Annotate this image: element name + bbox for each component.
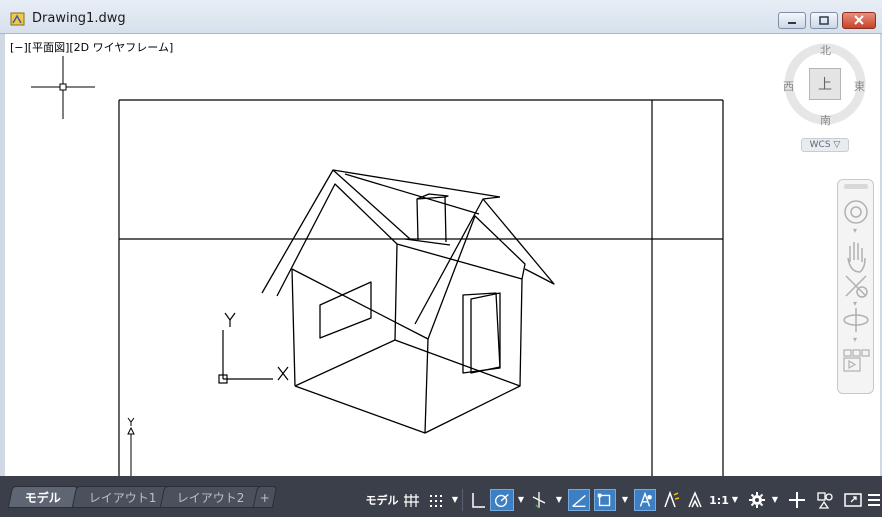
chevron-down-icon[interactable]: ▼ [450, 489, 460, 511]
status-bar: モデル レイアウト1 レイアウト2 + モデル ▼ ▼ ▼ ▼ 1:1 ▼ ▼ [0, 476, 882, 517]
separator [462, 489, 466, 511]
chevron-down-icon[interactable]: ▼ [770, 489, 780, 511]
house-wireframe [261, 169, 555, 434]
isolate-objects-icon[interactable] [814, 489, 836, 511]
auto-scale-icon[interactable] [660, 489, 682, 511]
drawing-canvas [31, 56, 724, 476]
grid-icon[interactable] [402, 489, 422, 511]
add-layout-button[interactable]: + [252, 486, 278, 508]
object-snap-tracking-icon[interactable] [568, 489, 590, 511]
fullscreen-icon[interactable] [842, 489, 864, 511]
paper-frame [118, 99, 724, 476]
compass-west[interactable]: 西 [783, 78, 794, 94]
viewcube-top-face[interactable]: 上 [809, 68, 841, 100]
annotation-scale-value[interactable]: 1:1 [708, 489, 730, 511]
polar-tracking-icon[interactable] [490, 489, 514, 511]
ucs-icon [218, 312, 289, 384]
wcs-menu-button[interactable]: WCS ▽ [801, 138, 849, 152]
chevron-down-icon[interactable]: ▼ [516, 489, 526, 511]
gear-icon[interactable] [746, 489, 768, 511]
hamburger-menu-icon[interactable] [866, 489, 882, 511]
restore-icon [819, 16, 829, 25]
chevron-down-icon[interactable]: ▼ [554, 489, 564, 511]
isodraft-icon[interactable] [528, 489, 550, 511]
snap-icon[interactable] [426, 489, 446, 511]
minimize-icon [788, 22, 796, 24]
drawing-viewport[interactable]: [−][平面図][2D ワイヤフレーム] 北 南 東 西 上 WCS ▽ ▾ ▾… [5, 34, 880, 476]
plus-icon[interactable] [786, 489, 808, 511]
tab-layout1[interactable]: レイアウト1 [71, 486, 174, 508]
restore-button[interactable] [810, 12, 838, 29]
crosshair-cursor [31, 56, 95, 119]
chevron-down-icon[interactable]: ▼ [620, 489, 630, 511]
drawing-file-icon [10, 12, 25, 26]
annotation-visibility-icon[interactable] [634, 489, 656, 511]
steering-wheel-icon[interactable] [844, 200, 868, 224]
title-bar: Drawing1.dwg [0, 0, 882, 34]
model-space-button[interactable]: モデル [364, 489, 400, 511]
chevron-down-icon[interactable]: ▼ [730, 489, 740, 511]
wcs-label: WCS [809, 140, 831, 150]
tab-layout2[interactable]: レイアウト2 [159, 486, 262, 508]
viewcube[interactable]: 北 南 東 西 上 WCS ▽ [777, 40, 877, 155]
zoom-extents-icon[interactable] [845, 275, 868, 298]
tab-model[interactable]: モデル [7, 486, 79, 508]
window-title: Drawing1.dwg [32, 11, 126, 26]
orbit-icon[interactable] [843, 308, 869, 332]
compass-north[interactable]: 北 [820, 42, 831, 58]
object-snap-icon[interactable] [594, 489, 616, 511]
chevron-down-icon: ▽ [833, 140, 841, 150]
annotation-scale-icon[interactable] [684, 489, 706, 511]
svg-text:▾: ▾ [853, 335, 857, 344]
showmotion-icon[interactable] [843, 349, 870, 372]
close-icon [854, 15, 864, 25]
minimize-button[interactable] [778, 12, 806, 29]
svg-text:▾: ▾ [853, 226, 857, 235]
compass-south[interactable]: 南 [820, 112, 831, 128]
svg-text:▾: ▾ [853, 299, 857, 308]
world-y-indicator [127, 417, 135, 476]
ortho-icon[interactable] [468, 489, 488, 511]
compass-east[interactable]: 東 [854, 78, 865, 94]
pan-icon[interactable] [847, 242, 866, 273]
navigation-bar: ▾ ▾ ▾ [837, 179, 874, 394]
close-button[interactable] [842, 12, 876, 29]
